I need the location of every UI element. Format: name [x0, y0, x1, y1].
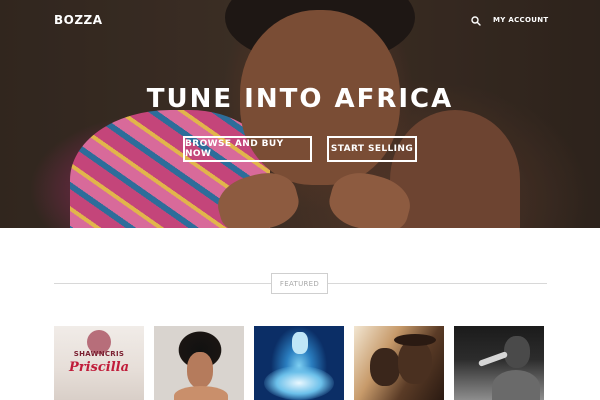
start-selling-button[interactable]: START SELLING: [327, 136, 417, 162]
hero-shoulder: [390, 110, 520, 228]
album-figure: [292, 332, 308, 354]
album-singer-body: [492, 370, 540, 400]
album-person-right: [398, 340, 432, 384]
album-portrait-face: [187, 352, 213, 388]
featured-item-5[interactable]: [454, 326, 544, 400]
album-portrait-body: [174, 386, 228, 400]
top-nav: BOZZA MY ACCOUNT: [0, 0, 600, 42]
featured-label: FEATURED: [271, 273, 328, 294]
album-person-left: [370, 348, 400, 386]
browse-and-buy-button[interactable]: BROWSE AND BUY NOW: [183, 136, 312, 162]
album-splash: [264, 366, 334, 400]
search-icon[interactable]: [470, 15, 482, 27]
album-title: Priscilla: [68, 360, 130, 375]
site-logo[interactable]: BOZZA: [54, 13, 103, 27]
featured-item-2[interactable]: [154, 326, 244, 400]
featured-item-4[interactable]: [354, 326, 444, 400]
hero-headline: TUNE INTO AFRICA: [146, 84, 454, 114]
microphone-icon: [477, 351, 509, 367]
featured-item-3[interactable]: [254, 326, 344, 400]
featured-item-1[interactable]: SHAWNCRIS Priscilla: [54, 326, 144, 400]
album-hat: [394, 334, 436, 346]
album-singer-head: [504, 336, 530, 368]
album-artist: SHAWNCRIS: [73, 350, 125, 358]
my-account-link[interactable]: MY ACCOUNT: [493, 16, 548, 24]
